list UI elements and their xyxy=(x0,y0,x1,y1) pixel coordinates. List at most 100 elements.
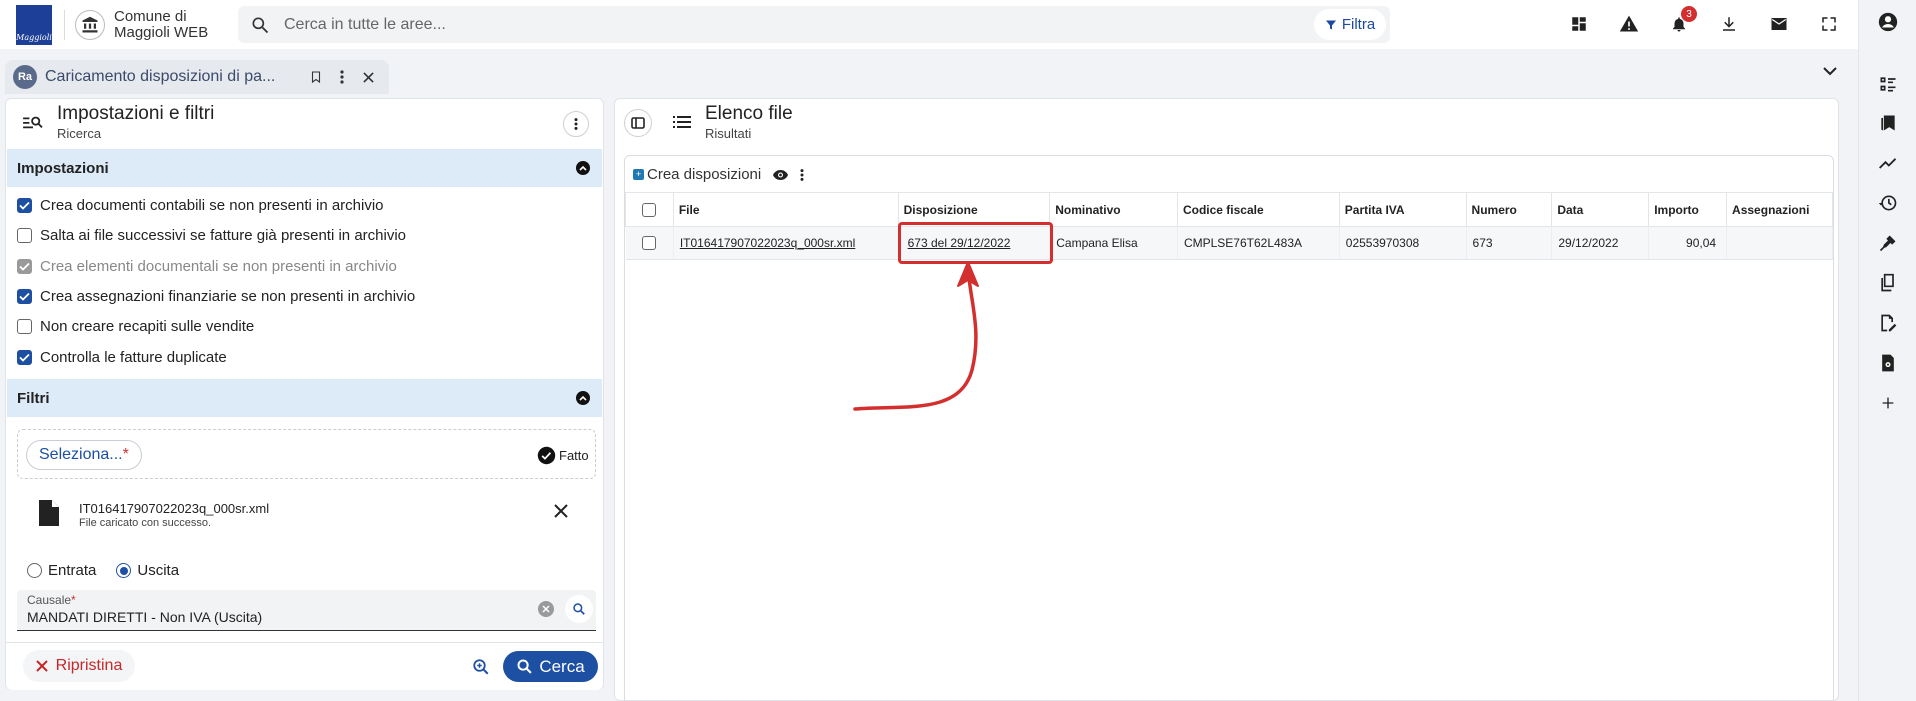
grid-more-button[interactable] xyxy=(800,168,804,181)
trending-icon xyxy=(1879,158,1897,169)
account-button[interactable] xyxy=(1876,10,1900,34)
done-button[interactable]: Fatto xyxy=(537,446,589,465)
maggioli-logo[interactable]: Maggioli xyxy=(16,4,52,45)
rail-trending[interactable] xyxy=(1876,151,1900,175)
downloads-button[interactable] xyxy=(1707,4,1751,44)
fullscreen-button[interactable] xyxy=(1807,4,1851,44)
checkbox-unchecked[interactable] xyxy=(17,318,32,334)
column-header-importo[interactable]: Importo xyxy=(1648,192,1728,227)
causale-field[interactable]: Causale* MANDATI DIRETTI - Non IVA (Usci… xyxy=(17,590,596,631)
logo-divider xyxy=(64,9,65,40)
advanced-search-button[interactable] xyxy=(467,653,495,681)
remove-file-button[interactable] xyxy=(554,504,568,518)
causale-search-button[interactable] xyxy=(565,595,593,623)
cell-file: IT016417907022023q_000sr.xml xyxy=(673,226,899,260)
warnings-button[interactable] xyxy=(1607,4,1651,44)
filter-button[interactable]: Filtra xyxy=(1314,9,1386,40)
direction-radio-group: Entrata Uscita xyxy=(27,562,179,579)
rail-document-settings[interactable] xyxy=(1876,351,1900,375)
checkbox-checked[interactable] xyxy=(17,288,32,304)
close-icon xyxy=(362,71,374,83)
radio-uscita[interactable] xyxy=(116,563,132,578)
option-controlla-fatture-duplicate[interactable]: Controlla le fatture duplicate xyxy=(17,347,227,367)
collapse-icon[interactable] xyxy=(576,391,590,405)
filters-section-header[interactable]: Filtri xyxy=(7,379,602,417)
clear-causale-button[interactable] xyxy=(538,601,554,617)
settings-section-header[interactable]: Impostazioni xyxy=(7,149,602,187)
option-crea-assegnazioni-finanziarie[interactable]: Crea assegnazioni finanziarie se non pre… xyxy=(17,286,415,306)
column-header-codice-fiscale[interactable]: Codice fiscale xyxy=(1176,192,1340,227)
tab-label: Caricamento disposizioni di pa... xyxy=(45,68,276,85)
tabs-dropdown-button[interactable] xyxy=(1823,66,1837,76)
checkbox-checked[interactable] xyxy=(17,349,32,365)
highlight-box-disposizione xyxy=(898,222,1053,264)
uploaded-file-item: IT016417907022023q_000sr.xml File carica… xyxy=(31,498,591,538)
left-panel-header: Impostazioni e filtri Ricerca xyxy=(6,99,603,149)
column-header-nominativo[interactable]: Nominativo xyxy=(1049,192,1178,227)
option-non-creare-recapiti[interactable]: Non creare recapiti sulle vendite xyxy=(17,316,254,336)
municipality-icon[interactable] xyxy=(75,9,105,40)
results-grid: + Crea disposizioni File Disposizione No… xyxy=(624,155,1834,701)
option-label: Non creare recapiti sulle vendite xyxy=(40,317,255,335)
results-title: Elenco file xyxy=(705,103,793,124)
column-header-data[interactable]: Data xyxy=(1551,192,1650,227)
checklist-icon xyxy=(1880,77,1896,92)
top-actions: 3 xyxy=(1557,4,1851,44)
select-all-checkbox[interactable] xyxy=(642,202,657,217)
checkbox-checked-disabled xyxy=(17,258,32,274)
mail-button[interactable] xyxy=(1757,4,1801,44)
rail-history[interactable] xyxy=(1876,191,1900,215)
left-panel-more-button[interactable] xyxy=(563,111,589,137)
search-submit-button[interactable]: Cerca xyxy=(503,651,598,682)
cell-importo: 90,04 xyxy=(1648,226,1728,260)
column-header-file[interactable]: File xyxy=(672,192,899,227)
option-salta-file-successivi[interactable]: Salta ai file successivi se fatture già … xyxy=(17,225,406,245)
fullscreen-icon xyxy=(1822,17,1836,31)
filter-icon xyxy=(1325,20,1336,29)
right-rail xyxy=(1858,0,1916,701)
option-label: Crea assegnazioni finanziarie se non pre… xyxy=(40,287,416,305)
option-crea-documenti-contabili[interactable]: Crea documenti contabili se non presenti… xyxy=(17,195,384,215)
tab-caricamento-disposizioni[interactable]: Ra Caricamento disposizioni di pa... xyxy=(5,60,389,94)
reset-button[interactable]: Ripristina xyxy=(23,650,135,682)
tab-more-button[interactable] xyxy=(329,64,355,90)
clear-icon xyxy=(542,605,550,613)
column-header-assegnazioni[interactable]: Assegnazioni xyxy=(1726,192,1833,227)
left-panel-title: Impostazioni e filtri xyxy=(57,103,215,124)
history-icon xyxy=(1878,195,1897,211)
select-file-button[interactable]: Seleziona... * xyxy=(26,440,142,470)
grid-toolbar: + Crea disposizioni xyxy=(633,166,804,183)
rail-checklist[interactable] xyxy=(1876,72,1900,96)
column-header-numero[interactable]: Numero xyxy=(1465,192,1553,227)
option-label: Salta ai file successivi se fatture già … xyxy=(40,226,407,244)
apps-button[interactable] xyxy=(1557,4,1601,44)
radio-entrata[interactable] xyxy=(27,563,42,578)
rail-clipboard[interactable] xyxy=(1876,271,1900,295)
causale-label: Causale* xyxy=(27,593,76,607)
row-checkbox[interactable] xyxy=(642,236,657,251)
collapse-icon[interactable] xyxy=(576,161,590,175)
table-row[interactable]: IT016417907022023q_000sr.xml 673 del 29/… xyxy=(625,226,1833,260)
plugin-icon xyxy=(1879,235,1896,252)
toggle-left-panel-button[interactable] xyxy=(624,109,652,137)
column-header-partita-iva[interactable]: Partita IVA xyxy=(1338,192,1467,227)
tab-close-button[interactable] xyxy=(355,64,381,90)
file-link[interactable]: IT016417907022023q_000sr.xml xyxy=(680,236,855,250)
rail-document-edit[interactable] xyxy=(1876,311,1900,335)
filters-section-title: Filtri xyxy=(17,389,50,407)
search-list-icon xyxy=(22,113,44,131)
rail-add[interactable] xyxy=(1876,391,1900,415)
tab-bookmark-button[interactable] xyxy=(303,64,329,90)
cell-codice-fiscale: CMPLSE76T62L483A xyxy=(1177,226,1340,260)
filter-label: Filtra xyxy=(1341,16,1376,33)
global-search-input[interactable] xyxy=(284,15,1314,34)
rail-bookmarks[interactable] xyxy=(1876,111,1900,135)
view-columns-button[interactable] xyxy=(773,169,789,180)
notifications-button[interactable]: 3 xyxy=(1657,4,1701,44)
more-vert-icon xyxy=(340,70,344,84)
checkbox-checked[interactable] xyxy=(17,197,32,213)
grid-apps-icon xyxy=(1572,17,1586,31)
crea-disposizioni-button[interactable]: + Crea disposizioni xyxy=(633,166,761,183)
checkbox-unchecked[interactable] xyxy=(17,227,32,243)
rail-plugin[interactable] xyxy=(1876,231,1900,255)
